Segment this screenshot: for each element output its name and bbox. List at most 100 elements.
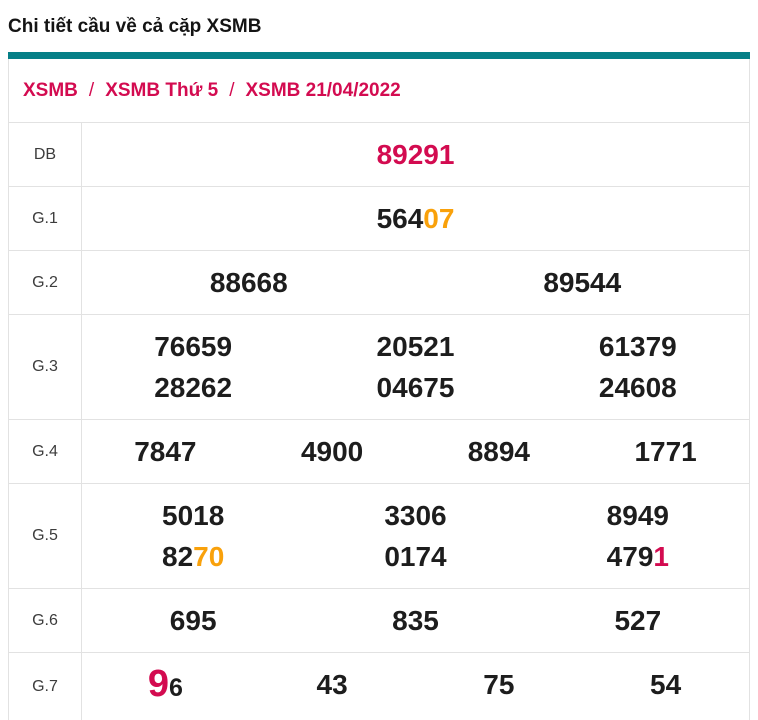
prize-number: 4900 — [249, 431, 416, 472]
number-segment: 89291 — [376, 139, 455, 170]
number-line: 28262 04675 24608 — [82, 367, 749, 408]
prize-number: 88668 — [82, 262, 416, 303]
number-segment: 479 — [606, 541, 654, 572]
number-segment: 835 — [392, 605, 439, 636]
breadcrumb-separator: / — [229, 79, 235, 101]
prize-number: 7847 — [82, 431, 249, 472]
accent-bar — [8, 52, 750, 59]
row-label: G.6 — [9, 589, 82, 652]
number-segment: 82 — [162, 541, 194, 572]
number-segment: 6 — [168, 674, 183, 702]
row-content: 88668 89544 — [82, 251, 749, 314]
number-segment: 75 — [483, 669, 515, 700]
prize-number: 527 — [527, 600, 749, 641]
number-segment: 1771 — [634, 436, 697, 467]
number-segment: 07 — [423, 203, 455, 234]
number-segment: 564 — [376, 203, 424, 234]
row-label: G.7 — [9, 653, 82, 720]
breadcrumb-separator: / — [88, 79, 95, 101]
number-segment: 70 — [193, 541, 225, 572]
row-label: G.1 — [9, 187, 82, 250]
prize-number: 96 — [82, 664, 249, 709]
prize-number: 43 — [249, 664, 416, 709]
prize-number: 24608 — [527, 367, 749, 408]
row-content: 7847 4900 8894 1771 — [82, 420, 749, 483]
number-line: 56407 — [82, 198, 749, 239]
number-segment: 43 — [316, 669, 348, 700]
table-row: G.4 7847 4900 8894 1771 — [9, 420, 749, 484]
number-segment: 5018 — [162, 500, 225, 531]
page-title: Chi tiết cầu về cả cặp XSMB — [8, 16, 262, 37]
number-segment: 54 — [650, 669, 682, 700]
prize-number: 75 — [416, 664, 583, 709]
prize-number: 8949 — [527, 495, 749, 536]
number-line: 8270 0174 4791 — [82, 536, 749, 577]
number-segment: 28262 — [154, 372, 233, 403]
page: Chi tiết cầu về cả cặp XSMB XSMB / XSMB Th… — [0, 0, 758, 720]
prize-number: 28262 — [82, 367, 304, 408]
number-segment: 76659 — [154, 331, 233, 362]
table-row: G.1 56407 — [9, 187, 749, 251]
prize-number: 8894 — [416, 431, 583, 472]
number-segment: 8949 — [606, 500, 669, 531]
row-label: G.2 — [9, 251, 82, 314]
prize-table: DB 89291 G.1 56407 G.2 88668 89544 G.3 76659 2052… — [9, 123, 749, 720]
number-segment: 1 — [653, 541, 669, 572]
breadcrumb-link[interactable]: XSMB 21/04/2022 — [245, 80, 400, 102]
number-segment: 695 — [169, 605, 217, 636]
table-row: G.6 695 835 527 — [9, 589, 749, 653]
breadcrumb: XSMB / XSMB Thứ 5 / XSMB 21/04/2022 — [9, 59, 749, 123]
prize-number: 04675 — [304, 367, 526, 408]
table-row: G.5 5018 3306 8949 8270 0174 4791 — [9, 484, 749, 589]
row-content: 695 835 527 — [82, 589, 749, 652]
number-segment: 4900 — [300, 436, 364, 467]
number-line: 88668 89544 — [82, 262, 749, 303]
number-segment: 88668 — [209, 267, 288, 298]
number-segment: 8894 — [467, 436, 531, 467]
row-label: G.3 — [9, 315, 82, 419]
number-line: 76659 20521 61379 — [82, 326, 749, 367]
prize-number: 1771 — [582, 431, 749, 472]
table-row: G.3 76659 20521 61379 28262 04675 24608 — [9, 315, 749, 420]
row-content: 96 43 75 54 — [82, 653, 749, 720]
prize-number: 5018 — [82, 495, 304, 536]
row-label: G.4 — [9, 420, 82, 483]
table-row: DB 89291 — [9, 123, 749, 187]
breadcrumb-link[interactable]: XSMB — [23, 80, 78, 102]
row-label: DB — [9, 123, 82, 186]
number-segment: 20521 — [376, 331, 455, 362]
number-line: 695 835 527 — [82, 600, 749, 641]
prize-number: 61379 — [527, 326, 749, 367]
prize-number: 89544 — [416, 262, 750, 303]
row-content: 76659 20521 61379 28262 04675 24608 — [82, 315, 749, 419]
number-line: 89291 — [82, 134, 749, 175]
number-segment: 89544 — [543, 267, 622, 298]
prize-number: 835 — [304, 600, 526, 641]
number-line: 7847 4900 8894 1771 — [82, 431, 749, 472]
breadcrumb-link[interactable]: XSMB Thứ 5 — [105, 80, 218, 102]
number-segment: 0174 — [384, 541, 447, 572]
prize-number: 4791 — [527, 536, 749, 577]
row-content: 56407 — [82, 187, 749, 250]
prize-number: 20521 — [304, 326, 526, 367]
number-line: 5018 3306 8949 — [82, 495, 749, 536]
results-panel: XSMB / XSMB Thứ 5 / XSMB 21/04/2022 DB 89291 G… — [8, 52, 750, 720]
prize-number: 695 — [82, 600, 304, 641]
number-segment: 3306 — [384, 500, 447, 531]
row-label: G.5 — [9, 484, 82, 588]
number-segment: 24608 — [598, 372, 677, 403]
prize-number: 89291 — [82, 134, 749, 175]
row-content: 89291 — [82, 123, 749, 186]
number-segment: 04675 — [376, 372, 455, 403]
number-segment: 7847 — [134, 436, 197, 467]
number-segment: 527 — [614, 605, 662, 636]
row-content: 5018 3306 8949 8270 0174 4791 — [82, 484, 749, 588]
prize-number: 76659 — [82, 326, 304, 367]
prize-number: 54 — [582, 664, 749, 709]
prize-number: 3306 — [304, 495, 526, 536]
prize-number: 56407 — [82, 198, 749, 239]
table-row: G.7 96 43 75 54 — [9, 653, 749, 720]
prize-number: 0174 — [304, 536, 526, 577]
prize-number: 8270 — [82, 536, 304, 577]
number-segment: 9 — [147, 663, 169, 705]
